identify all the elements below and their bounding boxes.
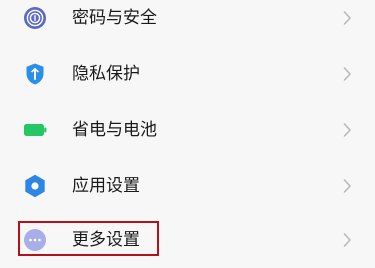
battery-icon [24,124,47,136]
chevron-right-icon [343,11,351,25]
settings-item-battery[interactable]: 省电与电池 [0,102,375,158]
settings-item-label: 隐私保护 [72,64,140,84]
settings-item-label: 密码与安全 [72,8,157,28]
chevron-right-icon [343,67,351,81]
highlight-box [18,221,159,256]
privacy-shield-icon [26,63,44,85]
fingerprint-icon [24,7,46,29]
settings-item-password-security[interactable]: 密码与安全 [0,0,375,46]
chevron-right-icon [343,233,351,247]
chevron-right-icon [343,179,351,193]
settings-item-label: 省电与电池 [72,120,157,140]
settings-item-label: 应用设置 [72,176,140,196]
settings-item-privacy[interactable]: 隐私保护 [0,46,375,102]
settings-list: 密码与安全 隐私保护 省电与电池 应用设置 更多设置 [0,0,375,260]
settings-item-app-settings[interactable]: 应用设置 [0,158,375,214]
chevron-right-icon [343,123,351,137]
gear-icon [25,174,45,198]
